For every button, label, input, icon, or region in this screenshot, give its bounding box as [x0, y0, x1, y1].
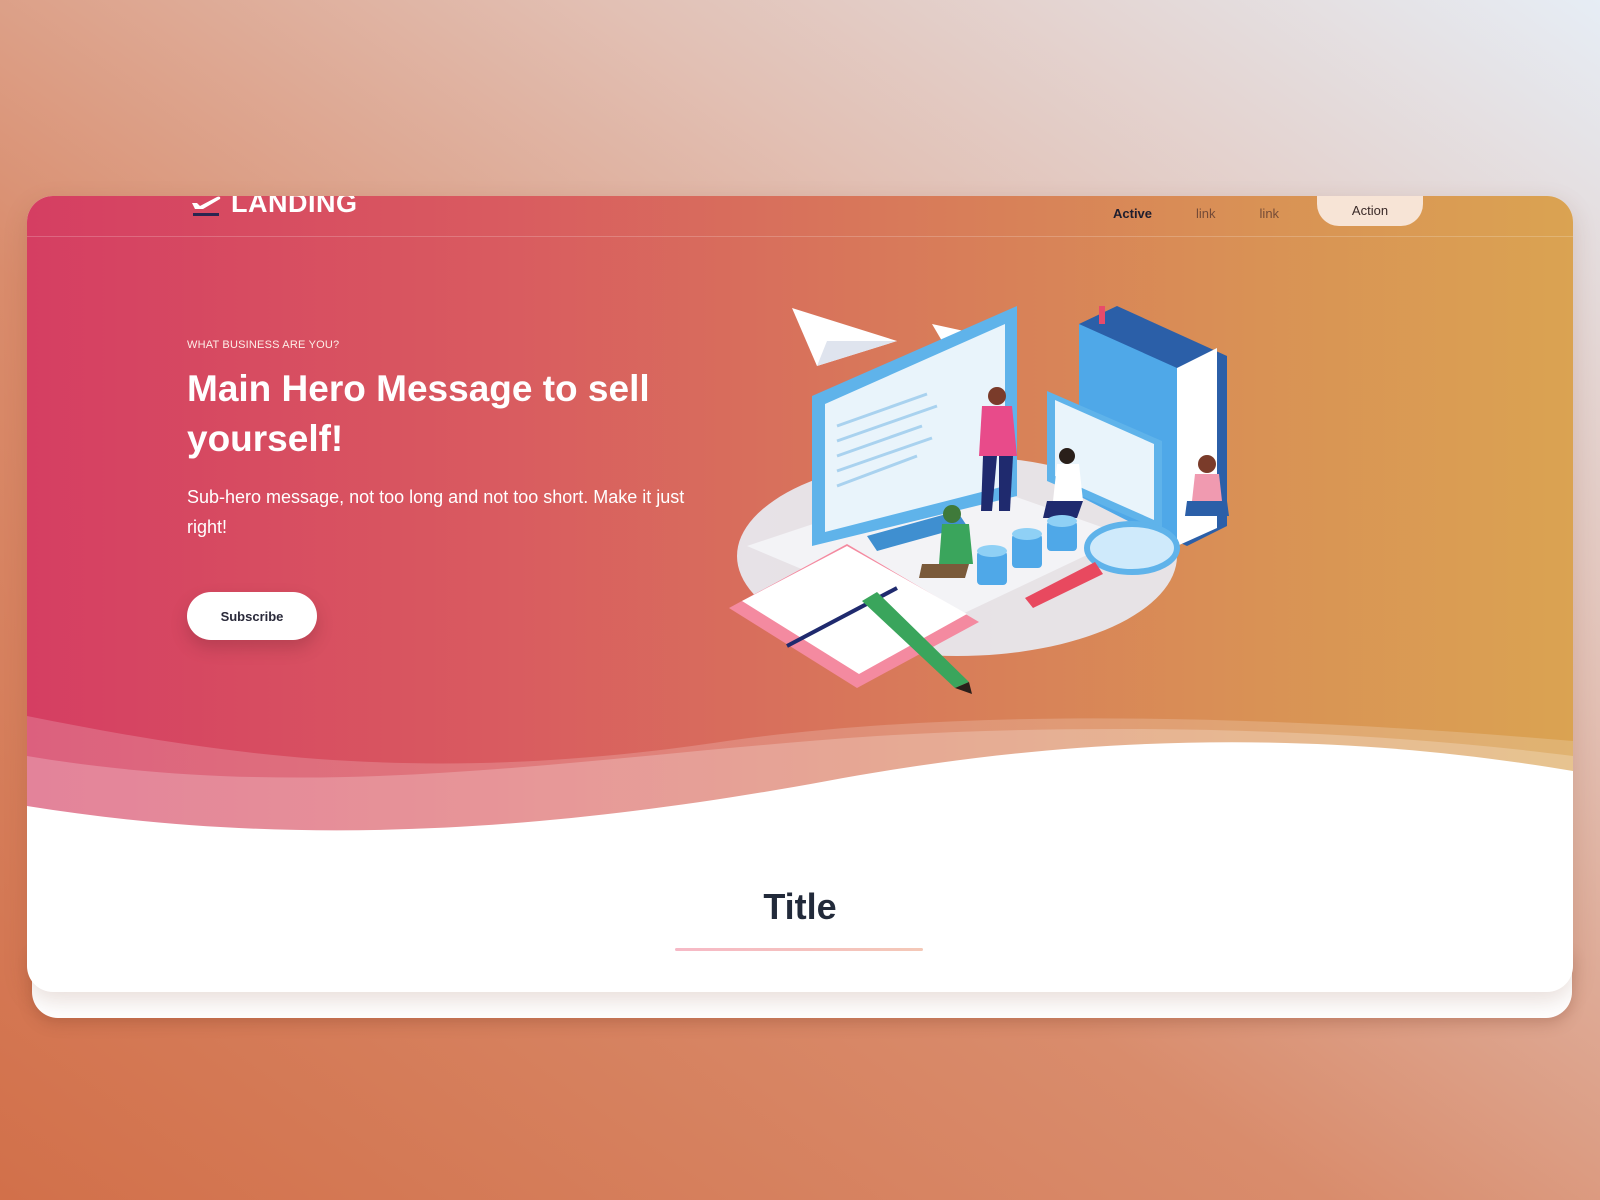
nav-link-2[interactable]: link — [1260, 206, 1280, 221]
hero-title: Main Hero Message to sell yourself! — [187, 368, 650, 459]
section-title: Title — [763, 886, 837, 927]
plane-departure-icon — [192, 196, 221, 216]
title-underline — [675, 948, 923, 951]
isometric-team-illustration — [729, 306, 1229, 694]
hero-kicker: WHAT BUSINESS ARE YOU? — [187, 339, 340, 351]
nav-action-button[interactable]: Action — [1317, 196, 1423, 226]
subscribe-button[interactable]: Subscribe — [187, 592, 317, 640]
hero-wave-divider — [27, 716, 1573, 896]
landing-page-preview: LANDING Active link link Action WHAT BUS… — [27, 196, 1573, 992]
brand-logo[interactable]: LANDING — [189, 196, 358, 219]
brand-name: LANDING — [231, 196, 358, 218]
nav-link-active[interactable]: Active — [1113, 206, 1152, 221]
nav-links: Active link link — [1113, 196, 1323, 230]
nav-link-1[interactable]: link — [1196, 206, 1216, 221]
navbar: LANDING Active link link Action — [27, 196, 1573, 237]
hero-subtitle: Sub-hero message, not too long and not t… — [187, 487, 685, 537]
